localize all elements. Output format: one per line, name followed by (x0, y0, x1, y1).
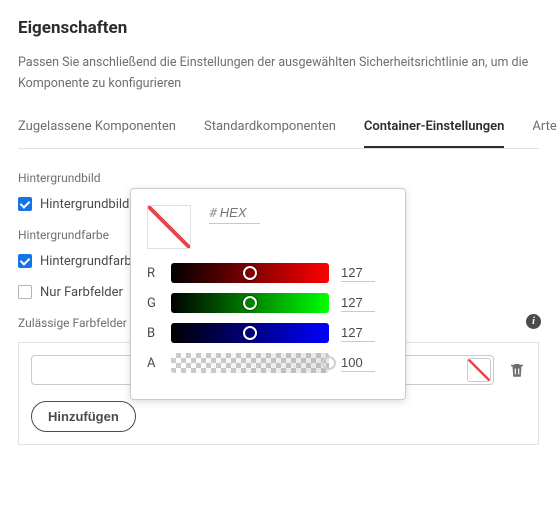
bgcolor-checkbox[interactable] (18, 254, 32, 268)
swatches-only-label: Nur Farbfelder (40, 285, 123, 300)
page-title: Eigenschaften (18, 18, 539, 38)
swatches-only-checkbox[interactable] (18, 285, 32, 299)
add-button[interactable]: Hinzufügen (31, 401, 136, 432)
delete-icon[interactable] (508, 361, 526, 379)
info-icon[interactable]: i (526, 314, 541, 329)
channel-b-slider[interactable] (171, 323, 329, 343)
tab-allowed-components[interactable]: Zugelassene Komponenten (18, 119, 176, 148)
tab-styles[interactable]: Arten (532, 119, 557, 148)
tab-default-components[interactable]: Standardkomponenten (204, 119, 336, 148)
bgimage-checkbox-label: Hintergrundbild (40, 197, 129, 212)
hex-field[interactable]: # (209, 205, 260, 224)
swatch-color-chip[interactable] (467, 358, 491, 382)
channel-a-slider[interactable] (171, 353, 329, 373)
bgimage-heading: Hintergrundbild (18, 171, 539, 185)
color-preview-swatch (147, 205, 191, 249)
tab-container-settings[interactable]: Container-Einstellungen (364, 119, 505, 148)
bgimage-checkbox[interactable] (18, 197, 32, 211)
channel-a-label: A (147, 356, 159, 371)
channel-r-value[interactable] (341, 265, 375, 282)
hex-input[interactable] (220, 205, 260, 220)
tabs: Zugelassene Komponenten Standardkomponen… (18, 119, 539, 149)
channel-r-label: R (147, 266, 159, 281)
channel-a-value[interactable] (341, 355, 375, 372)
channel-g-slider[interactable] (171, 293, 329, 313)
page-description: Passen Sie anschließend die Einstellunge… (18, 52, 539, 95)
channel-r-slider[interactable] (171, 263, 329, 283)
hex-hash: # (209, 206, 217, 221)
channel-g-value[interactable] (341, 295, 375, 312)
color-picker-popover: # R G B A (130, 188, 406, 400)
channel-b-label: B (147, 326, 159, 341)
channel-b-value[interactable] (341, 325, 375, 342)
channel-g-label: G (147, 296, 159, 311)
bgcolor-checkbox-label: Hintergrundfarbe (40, 254, 139, 269)
